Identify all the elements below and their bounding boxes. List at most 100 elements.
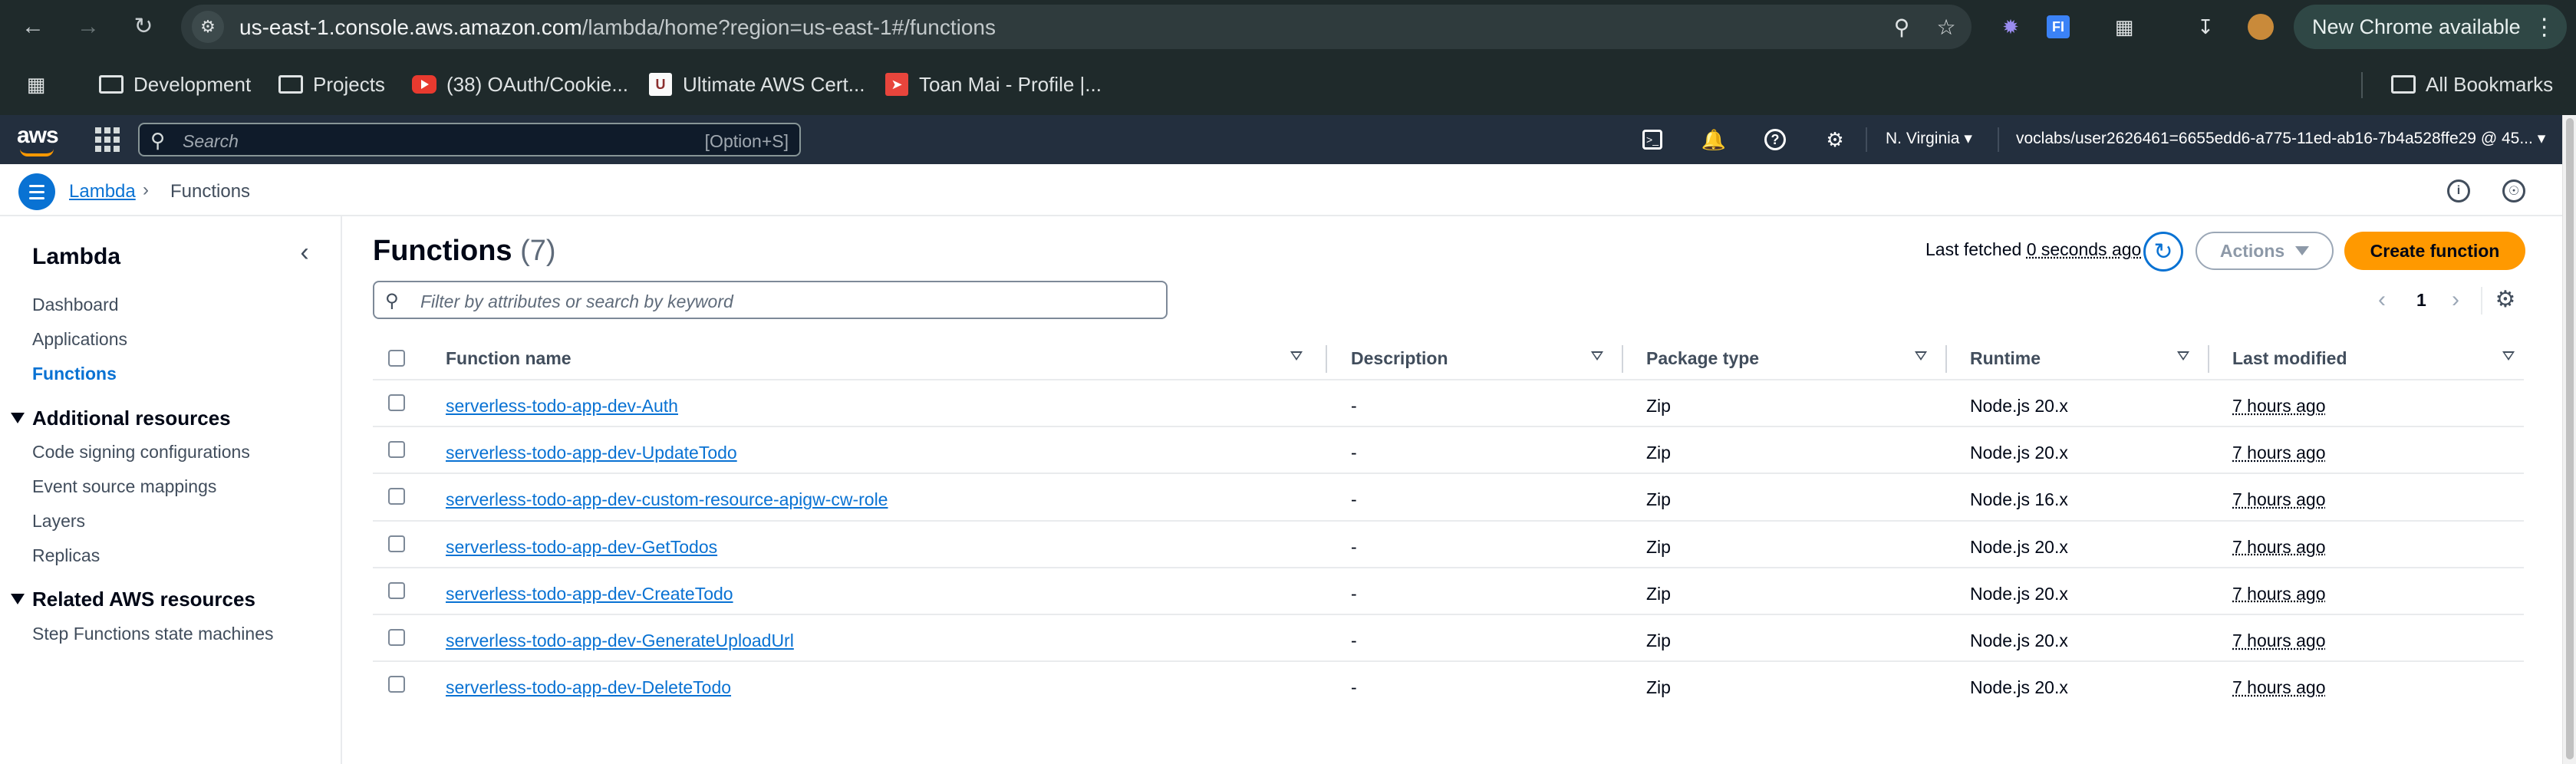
function-last-modified: 7 hours ago	[2232, 630, 2326, 650]
caret-down-icon	[2295, 246, 2310, 255]
region-selector[interactable]: N. Virginia ▾	[1886, 129, 1972, 148]
row-checkbox[interactable]	[388, 394, 405, 411]
side-menu-toggle-button[interactable]	[18, 173, 55, 210]
sidebar-item-applications[interactable]: Applications	[32, 329, 127, 350]
sidebar-item-functions[interactable]: Functions	[32, 364, 117, 384]
table-row[interactable]: serverless-todo-app-dev-DeleteTodo - Zip…	[373, 662, 2524, 709]
row-checkbox[interactable]	[388, 628, 405, 646]
table-row[interactable]: serverless-todo-app-dev-custom-resource-…	[373, 474, 2524, 522]
aws-search-input[interactable]: ⚲ Search [Option+S]	[138, 123, 801, 156]
extension-fi-icon[interactable]: FI	[2042, 11, 2074, 43]
section-additional-resources[interactable]: Additional resources	[11, 407, 231, 430]
bookmark-star-icon[interactable]: ☆	[1930, 11, 1962, 43]
sort-icon[interactable]	[1290, 351, 1303, 361]
profile-favicon: ➤	[884, 73, 910, 96]
url-text[interactable]: us-east-1.console.aws.amazon.com/lambda/…	[239, 15, 996, 40]
account-menu[interactable]: voclabs/user2626461=6655edd6-a775-11ed-a…	[2016, 129, 2545, 148]
reload-icon[interactable]: ↻	[126, 9, 161, 44]
next-page-icon[interactable]: ›	[2452, 287, 2459, 313]
breadcrumb: Lambda › Functions i ☉	[0, 164, 2562, 216]
table-row[interactable]: serverless-todo-app-dev-Auth - Zip Node.…	[373, 380, 2524, 428]
table-row[interactable]: serverless-todo-app-dev-GetTodos - Zip N…	[373, 522, 2524, 568]
function-name-link[interactable]: serverless-todo-app-dev-DeleteTodo	[446, 677, 731, 698]
services-grid-icon[interactable]	[95, 127, 120, 152]
caret-down-icon	[11, 594, 25, 604]
help-icon[interactable]: ?	[1761, 126, 1789, 153]
table-settings-icon[interactable]: ⚙	[2492, 285, 2519, 313]
settings-gear-icon[interactable]: ⚙	[1821, 126, 1849, 153]
sidebar-item-event-source-mappings[interactable]: Event source mappings	[32, 476, 216, 497]
function-last-modified: 7 hours ago	[2232, 536, 2326, 557]
sort-icon[interactable]	[2502, 351, 2515, 361]
address-bar[interactable]: ⚙ us-east-1.console.aws.amazon.com/lambd…	[181, 5, 1972, 49]
row-checkbox[interactable]	[388, 581, 405, 599]
function-package-type: Zip	[1646, 489, 1671, 510]
notifications-status-icon[interactable]: ☉	[2502, 179, 2525, 203]
sidebar-item-dashboard[interactable]: Dashboard	[32, 295, 119, 315]
column-header-last-modified[interactable]: Last modified	[2232, 348, 2347, 369]
sort-icon[interactable]	[2177, 351, 2189, 361]
select-all-checkbox[interactable]	[388, 350, 405, 367]
bookmark-oauth-video[interactable]: (38) OAuth/Cookie...	[411, 71, 628, 98]
sidebar-item-layers[interactable]: Layers	[32, 511, 85, 532]
function-description: -	[1351, 396, 1357, 416]
row-checkbox[interactable]	[388, 676, 405, 693]
scrollbar-thumb[interactable]	[2566, 118, 2574, 759]
extension-gear-icon[interactable]: ✹	[1995, 11, 2027, 43]
row-checkbox[interactable]	[388, 488, 405, 505]
previous-page-icon[interactable]: ‹	[2378, 287, 2386, 313]
section-related-aws-resources[interactable]: Related AWS resources	[11, 588, 255, 611]
sort-icon[interactable]	[1915, 351, 1927, 361]
page-number[interactable]: 1	[2416, 290, 2426, 311]
info-icon[interactable]: i	[2447, 179, 2470, 203]
column-header-package-type[interactable]: Package type	[1646, 348, 1759, 369]
sidebar-item-step-functions[interactable]: Step Functions state machines	[32, 624, 274, 644]
table-row[interactable]: serverless-todo-app-dev-CreateTodo - Zip…	[373, 568, 2524, 615]
folder-icon	[98, 73, 124, 96]
downloads-icon[interactable]: ↧	[2189, 11, 2222, 43]
pager-divider	[2481, 287, 2482, 314]
notifications-bell-icon[interactable]: 🔔	[1700, 126, 1728, 153]
cloudshell-icon[interactable]: >_	[1639, 126, 1666, 153]
page-scrollbar[interactable]	[2562, 115, 2576, 764]
sidebar-item-replicas[interactable]: Replicas	[32, 545, 100, 566]
function-name-link[interactable]: serverless-todo-app-dev-Auth	[446, 396, 678, 417]
table-row[interactable]: serverless-todo-app-dev-UpdateTodo - Zip…	[373, 427, 2524, 475]
apps-grid-icon[interactable]: ▦	[23, 71, 58, 98]
bookmark-development[interactable]: Development	[98, 71, 251, 98]
bookmark-aws-cert[interactable]: U Ultimate AWS Cert...	[647, 71, 865, 98]
new-chrome-available-button[interactable]: New Chrome available ⋮	[2294, 5, 2567, 49]
forward-icon[interactable]: →	[71, 9, 106, 44]
function-name-link[interactable]: serverless-todo-app-dev-GenerateUploadUr…	[446, 631, 794, 651]
function-name-link[interactable]: serverless-todo-app-dev-UpdateTodo	[446, 443, 737, 463]
bookmark-projects[interactable]: Projects	[278, 71, 385, 98]
all-bookmarks[interactable]: All Bookmarks	[2390, 71, 2553, 98]
aws-logo[interactable]: aws	[17, 123, 60, 156]
breadcrumb-lambda-link[interactable]: Lambda	[69, 181, 136, 203]
column-header-description[interactable]: Description	[1351, 348, 1448, 369]
back-icon[interactable]: ←	[15, 9, 51, 44]
row-checkbox[interactable]	[388, 441, 405, 459]
actions-dropdown-button[interactable]: Actions	[2196, 232, 2334, 270]
column-header-runtime[interactable]: Runtime	[1970, 348, 2041, 369]
refresh-button[interactable]: ↻	[2143, 232, 2183, 272]
site-info-icon[interactable]: ⚙	[192, 11, 224, 43]
close-sidebar-icon[interactable]: ‹	[292, 238, 318, 267]
profile-avatar-icon[interactable]	[2245, 11, 2277, 43]
column-divider	[1945, 345, 1947, 373]
row-checkbox[interactable]	[388, 535, 405, 552]
extensions-puzzle-icon[interactable]: ▦	[2108, 11, 2140, 43]
filter-search-input[interactable]: ⚲ Filter by attributes or search by keyw…	[373, 281, 1168, 319]
folder-icon	[278, 73, 304, 96]
column-header-function-name[interactable]: Function name	[446, 348, 572, 369]
function-name-link[interactable]: serverless-todo-app-dev-GetTodos	[446, 537, 717, 558]
create-function-button[interactable]: Create function	[2344, 232, 2525, 270]
table-row[interactable]: serverless-todo-app-dev-GenerateUploadUr…	[373, 615, 2524, 663]
sort-icon[interactable]	[1591, 351, 1603, 361]
function-name-link[interactable]: serverless-todo-app-dev-CreateTodo	[446, 584, 733, 604]
bookmark-toan-profile[interactable]: ➤ Toan Mai - Profile |...	[884, 71, 1102, 98]
sidebar-item-code-signing[interactable]: Code signing configurations	[32, 442, 250, 463]
function-runtime: Node.js 20.x	[1970, 396, 2068, 416]
zoom-search-icon[interactable]: ⚲	[1886, 11, 1918, 43]
function-name-link[interactable]: serverless-todo-app-dev-custom-resource-…	[446, 489, 888, 510]
